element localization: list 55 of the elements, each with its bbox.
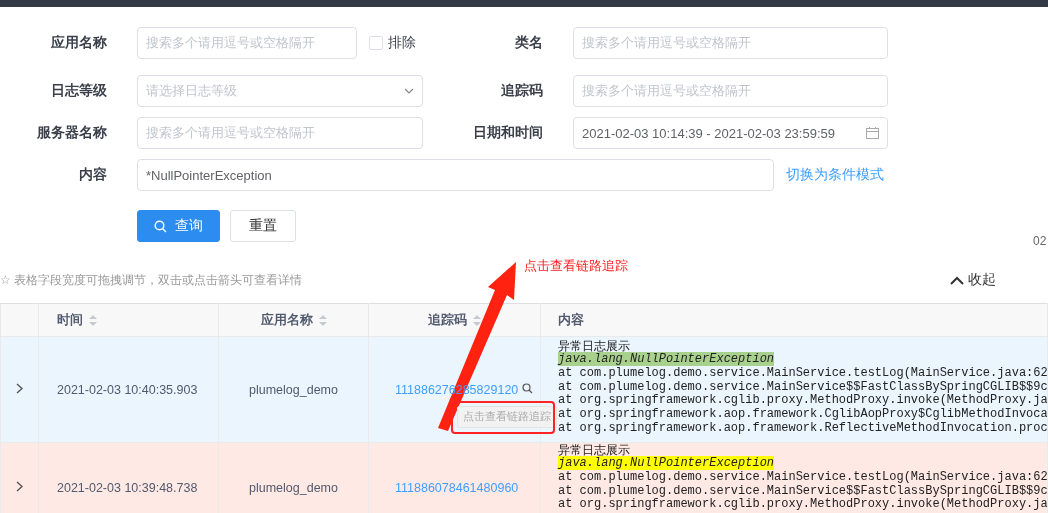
stack-trace-line: at com.plumelog.demo.service.MainService.testLog(MainService.java:62: [558, 366, 1047, 381]
search-button[interactable]: 查询: [137, 210, 220, 242]
input-field[interactable]: 搜索多个请用逗号或空格隔开: [137, 117, 423, 149]
stack-trace-line: at org.springframework.cglib.proxy.MethodProxy.invoke(MethodProxy.ja: [558, 498, 1047, 513]
field-label: 应用名称: [50, 34, 107, 52]
log-title: 异常日志展示: [558, 443, 631, 457]
search-icon: [154, 219, 167, 233]
expand-icon[interactable]: [16, 480, 23, 492]
stack-trace-line: at com.plumelog.demo.service.MainService$$FastClassBySpringCGLIB$$9c: [558, 380, 1047, 394]
field-label: 服务器名称: [36, 124, 107, 142]
input-field[interactable]: 搜索多个请用逗号或空格隔开: [573, 27, 888, 59]
field-label: 日志等级: [50, 82, 107, 100]
exception-text: java.lang.NullPointerException: [558, 456, 775, 470]
chevron-down-icon: [404, 88, 414, 94]
stack-trace-line: at org.springframework.cglib.proxy.MethodProxy.invoke(MethodProxy.ja: [558, 394, 1047, 408]
reset-button[interactable]: 重置: [230, 210, 296, 242]
field-label: 内容: [78, 166, 107, 184]
collapse-button[interactable]: 收起: [950, 271, 996, 289]
column-header[interactable]: 内容: [558, 311, 584, 329]
stack-trace-line: at com.plumelog.demo.service.MainService$$FastClassBySpringCGLIB$$9c: [558, 484, 1047, 498]
stack-trace-line: at org.springframework.aop.framework.CglibAopProxy$CglibMethodInvoca: [558, 408, 1047, 422]
tooltip: 点击查看链路追踪: [457, 406, 557, 428]
stack-trace-line: at org.springframework.aop.framework.ReflectiveMethodInvocation.proc: [558, 422, 1047, 436]
column-header[interactable]: 追踪码: [428, 311, 467, 329]
stack-trace-line: at com.plumelog.demo.service.MainService.testLog(MainService.java:62: [558, 470, 1047, 485]
annotation-text: 点击查看链路追踪: [524, 257, 628, 275]
sort-icon[interactable]: [89, 314, 97, 326]
field-label: 日期和时间: [472, 124, 543, 142]
table-cell: 2021-02-03 10:40:35.903: [57, 382, 198, 397]
expand-icon[interactable]: [16, 382, 23, 394]
chevron-up-icon: [950, 275, 964, 285]
field-label: 类名: [514, 34, 543, 52]
hint-text: ☆ 表格字段宽度可拖拽调节，双击或点击箭头可查看详情: [0, 271, 303, 289]
input-field[interactable]: *NullPointerException: [137, 159, 774, 191]
search-icon[interactable]: [521, 382, 533, 394]
input-field[interactable]: 搜索多个请用逗号或空格隔开: [573, 75, 888, 107]
cut-off-text: 02: [1033, 234, 1048, 248]
sort-icon[interactable]: [473, 314, 481, 326]
calendar-icon: [866, 127, 879, 139]
sort-icon[interactable]: [318, 314, 327, 326]
exception-text: java.lang.NullPointerException: [558, 352, 775, 366]
field-label: 追踪码: [500, 82, 543, 100]
table-cell: plumelog_demo: [249, 480, 338, 495]
date-range-field[interactable]: 2021-02-03 10:14:39 - 2021-02-03 23:59:59: [573, 117, 888, 149]
exclude-checkbox[interactable]: [369, 36, 383, 50]
checkbox-label: 排除: [388, 34, 416, 52]
table-cell: 2021-02-03 10:39:48.738: [57, 480, 198, 495]
select-field[interactable]: 请选择日志等级: [137, 75, 423, 107]
table-cell: plumelog_demo: [249, 382, 338, 397]
input-field[interactable]: 搜索多个请用逗号或空格隔开: [137, 27, 357, 59]
column-header[interactable]: 时间: [57, 311, 83, 329]
trace-id-link[interactable]: 111886078461480960: [395, 480, 519, 495]
switch-mode-link[interactable]: 切换为条件模式: [786, 166, 884, 184]
log-title: 异常日志展示: [558, 339, 631, 353]
column-header[interactable]: 应用名称: [260, 311, 313, 329]
